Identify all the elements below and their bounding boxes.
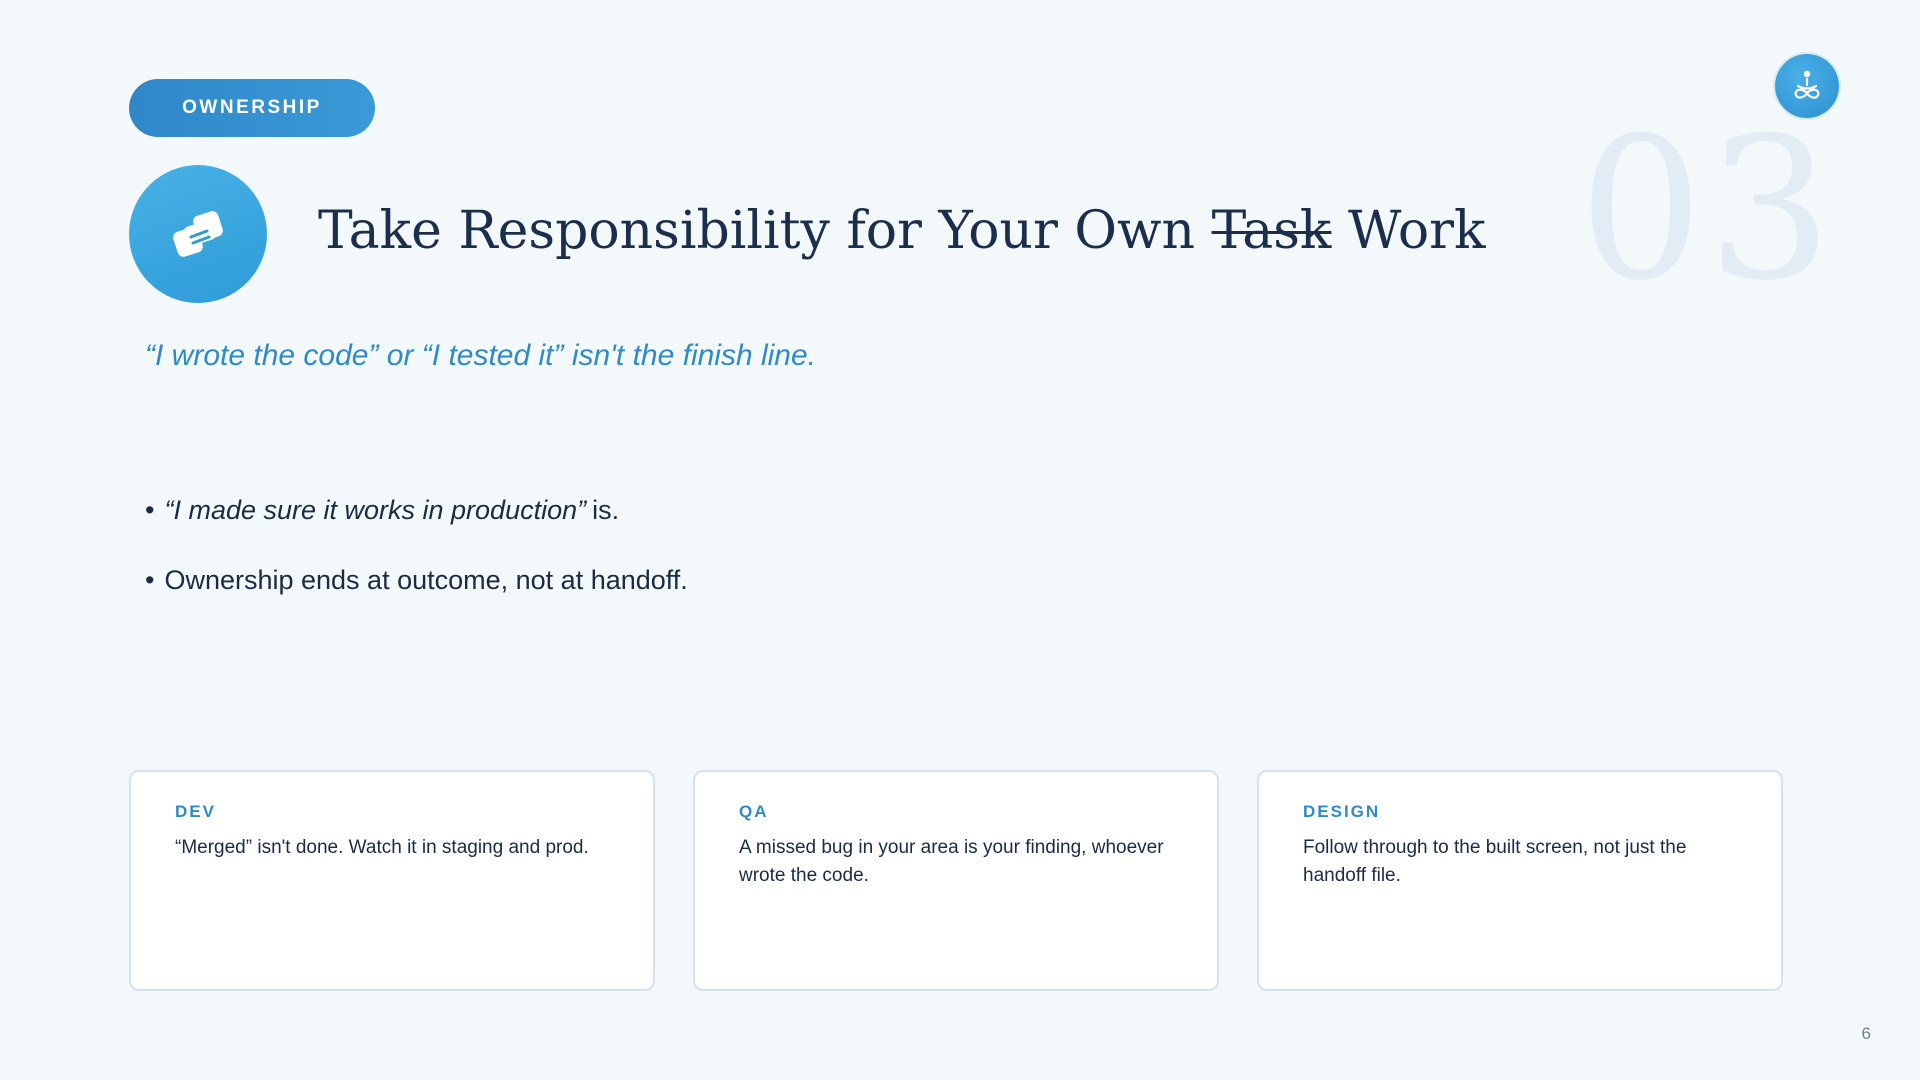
title-suffix: Work: [1347, 201, 1486, 261]
card-label: QA: [739, 802, 769, 821]
section-badge-label: OWNERSHIP: [182, 97, 322, 118]
card-text: Follow through to the built screen, not …: [1303, 837, 1687, 886]
subtitle-quote: “I wrote the code” or “I tested it” isn'…: [145, 339, 817, 372]
section-number: 03: [1578, 96, 1836, 324]
card-qa: QA A missed bug in your area is your fin…: [693, 770, 1219, 991]
card-label: DEV: [175, 802, 216, 821]
card-text: “Merged” isn't done. Watch it in staging…: [175, 837, 589, 858]
card-label: DESIGN: [1303, 802, 1381, 821]
card-text: A missed bug in your area is your findin…: [739, 837, 1164, 886]
bullet-emphasis: “I made sure it works in production”: [164, 494, 587, 525]
title-prefix: Take Responsibility for Your Own: [318, 201, 1196, 261]
handshake-icon: [173, 211, 223, 257]
section-badge: OWNERSHIP: [129, 79, 375, 137]
card-design: DESIGN Follow through to the built scree…: [1257, 770, 1783, 991]
title-icon-badge: [129, 165, 267, 303]
title-struck-word: Task: [1211, 201, 1332, 261]
bullet-item: • Ownership ends at outcome, not at hand…: [145, 545, 688, 615]
page-number: 6: [1861, 1024, 1871, 1043]
bullet-marker: •: [145, 564, 155, 595]
bullet-list: • “I made sure it works in production” i…: [145, 475, 688, 615]
card-dev: DEV “Merged” isn't done. Watch it in sta…: [129, 770, 655, 991]
page-title: Take Responsibility for Your Own Task Wo…: [318, 201, 1486, 261]
bullet-marker: •: [145, 494, 155, 525]
bullet-text: Ownership ends at outcome, not at handof…: [164, 564, 688, 595]
bullet-item: • “I made sure it works in production” i…: [145, 475, 688, 545]
bullet-text: is.: [592, 494, 620, 525]
